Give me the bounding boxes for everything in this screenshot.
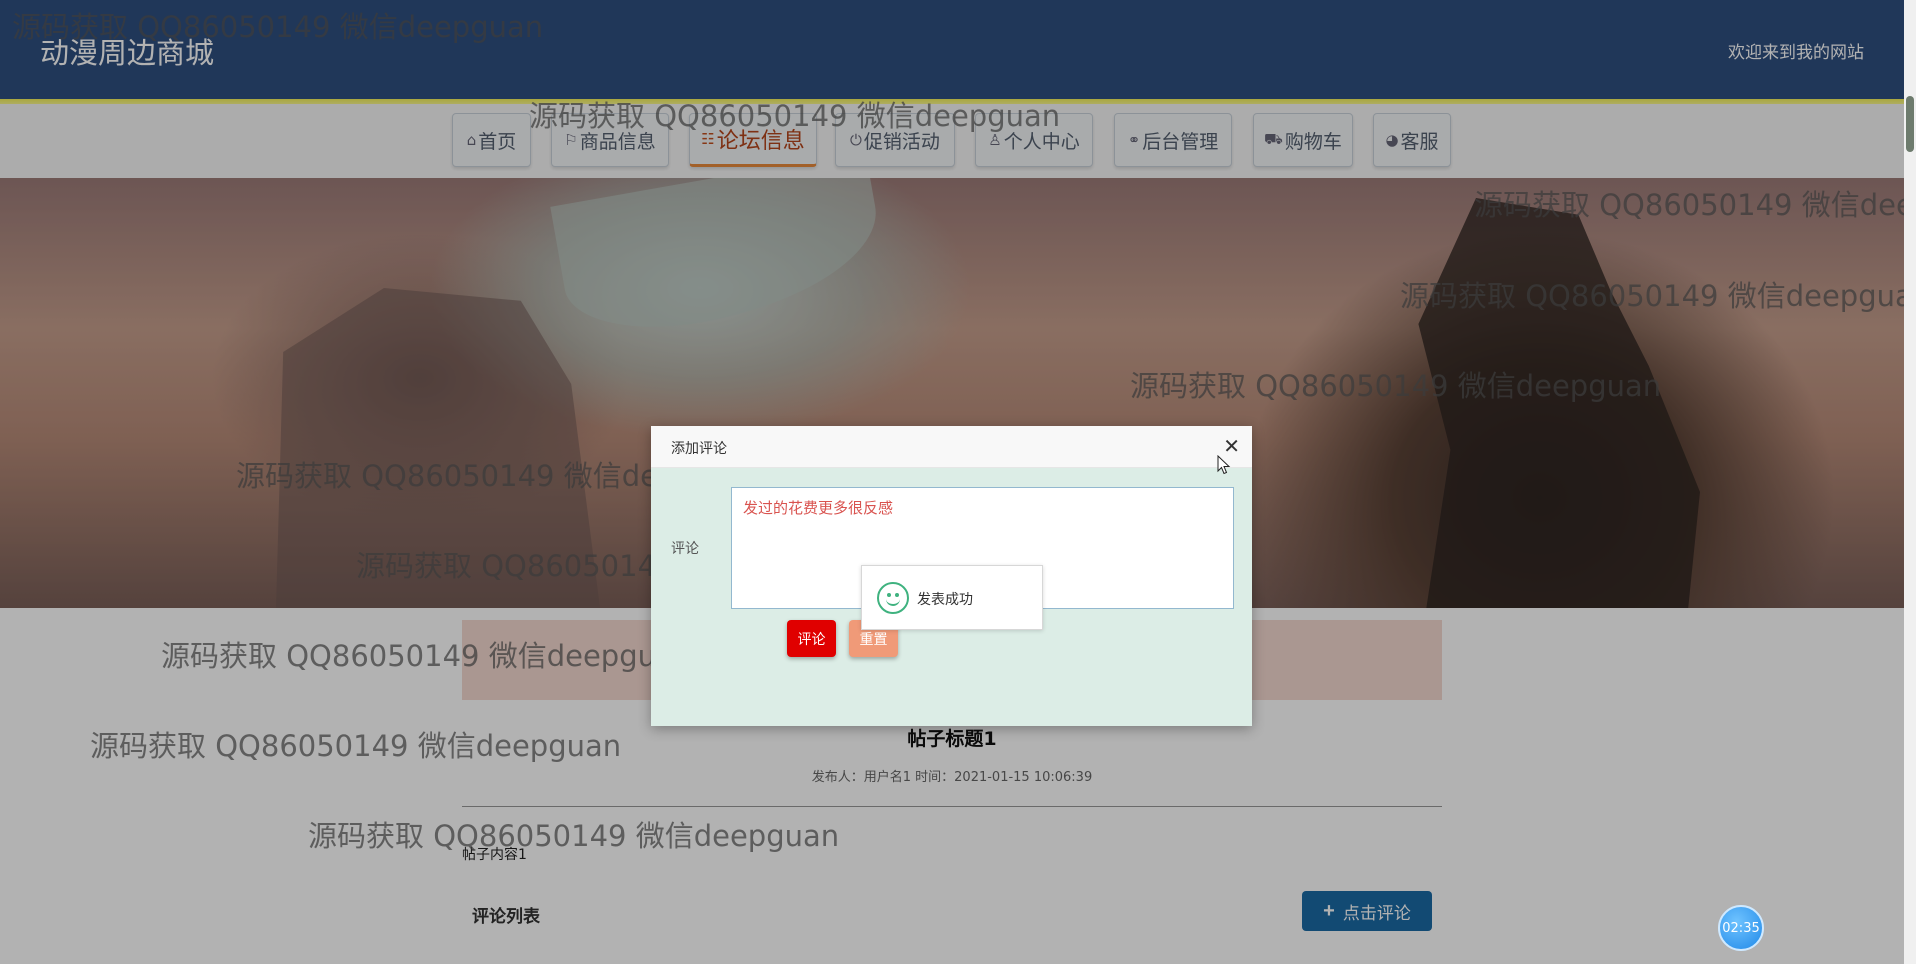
smile-icon xyxy=(877,582,909,614)
watermark: 源码获取 QQ86050149 微信deepguan xyxy=(1400,279,1916,313)
submit-comment-button[interactable]: 评论 xyxy=(787,620,836,657)
page-scrollbar[interactable] xyxy=(1904,0,1916,964)
floating-timer[interactable]: 02:35 xyxy=(1718,905,1764,951)
scrollbar-thumb[interactable] xyxy=(1906,96,1914,152)
mouse-cursor-icon xyxy=(1217,455,1231,475)
success-toast: 发表成功 xyxy=(861,565,1043,630)
watermark: 源码获取 QQ86050149 微信deepguan xyxy=(1474,188,1916,222)
watermark: 源码获取 QQ86050149 微信deepguan xyxy=(12,10,544,44)
watermark: 源码获取 QQ86050149 微信deepguan xyxy=(161,639,693,673)
dialog-header: 添加评论 ✕ xyxy=(651,426,1252,468)
comment-field-label: 评论 xyxy=(671,541,699,557)
toast-message: 发表成功 xyxy=(917,592,973,608)
dialog-title: 添加评论 xyxy=(671,441,727,457)
watermark: 源码获取 QQ86050149 微信deepguan xyxy=(90,729,622,763)
watermark: 源码获取 QQ86050149 微信deepguan xyxy=(529,99,1061,133)
watermark: 源码获取 QQ86050149 微信deepguan xyxy=(308,819,840,853)
watermark: 源码获取 QQ86050149 微信deepguan xyxy=(1130,369,1662,403)
